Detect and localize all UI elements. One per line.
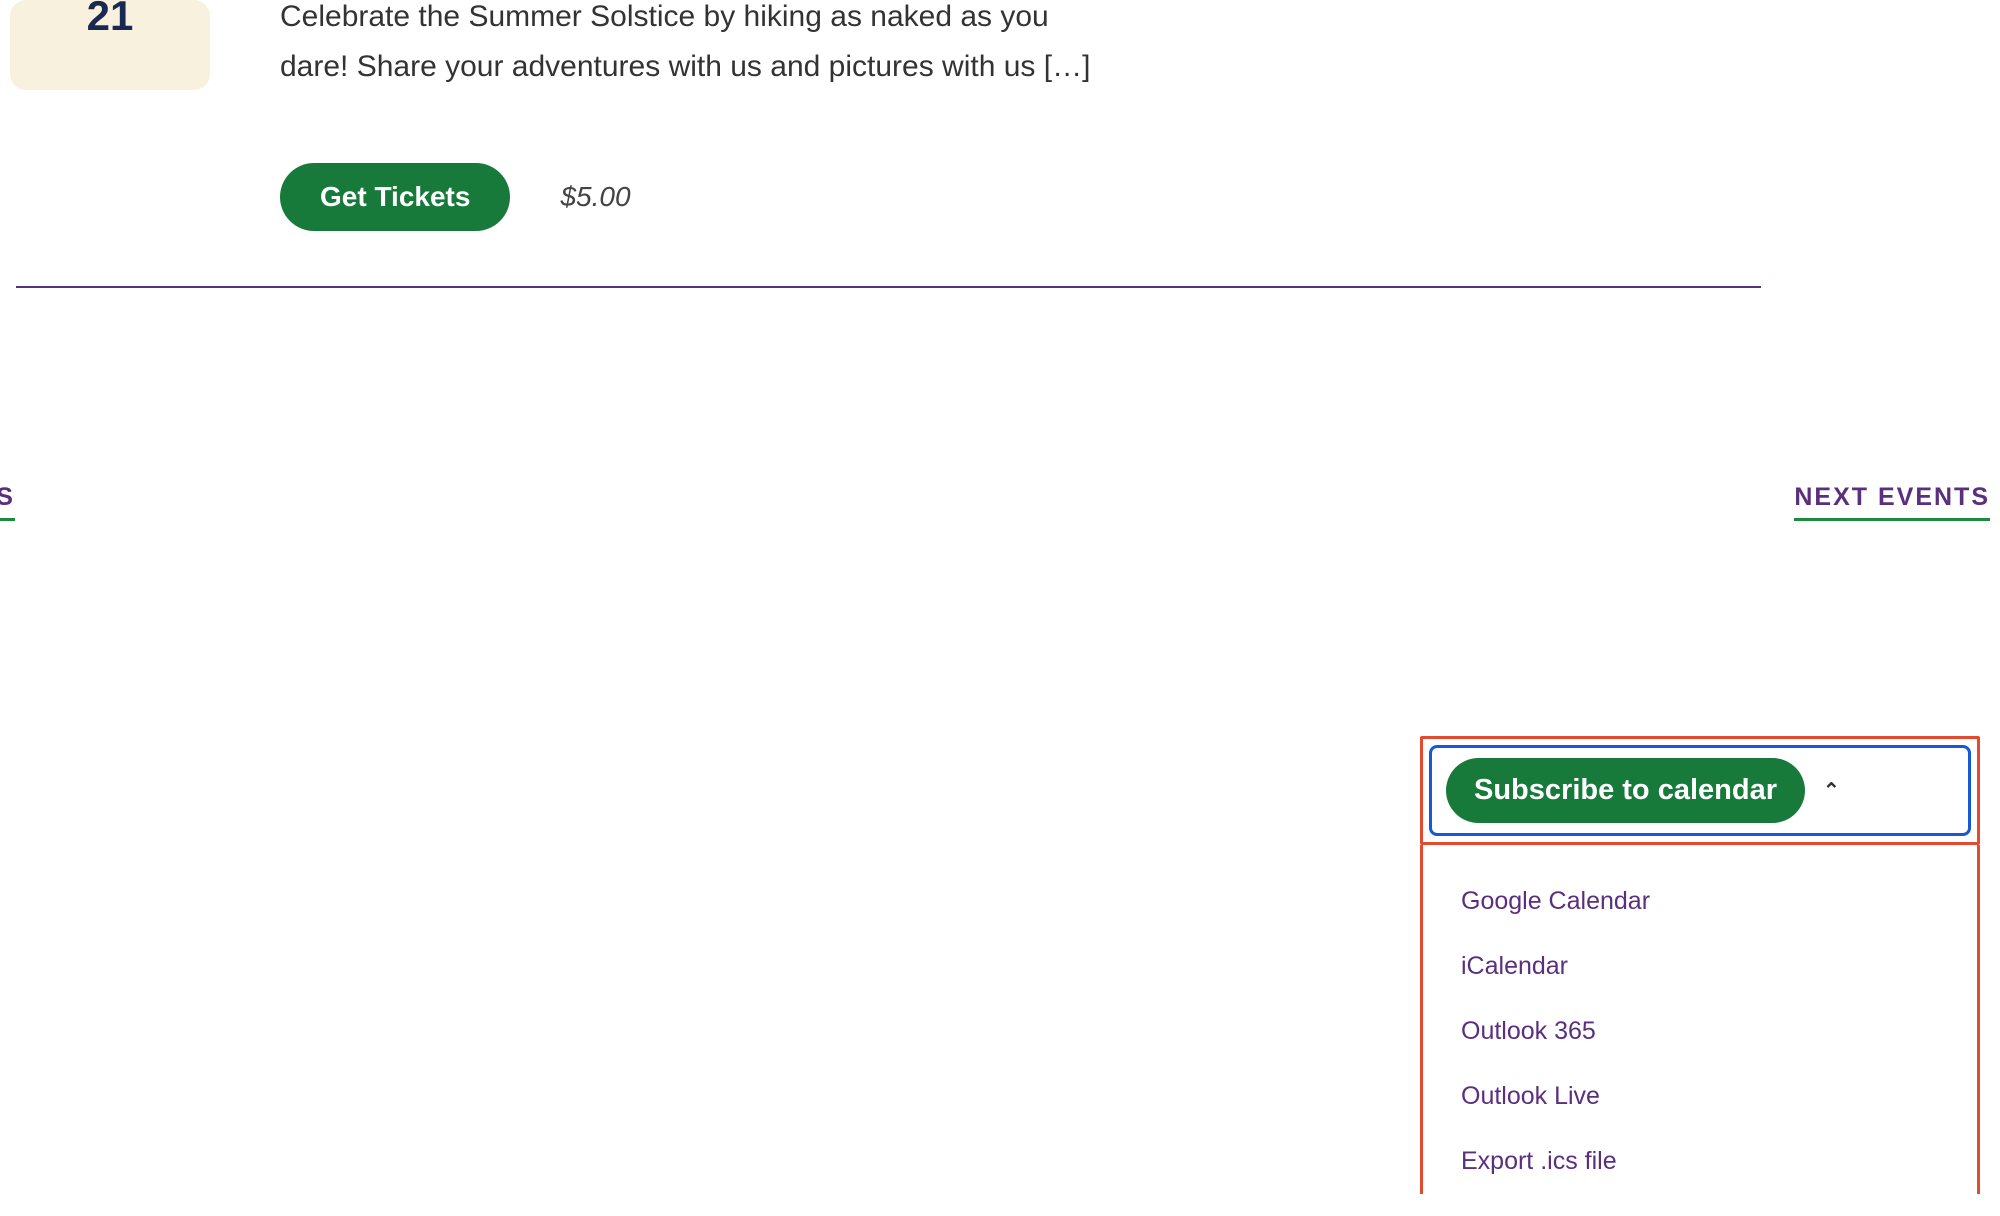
subscribe-option-exportics[interactable]: Export .ics file bbox=[1461, 1129, 1939, 1194]
event-actions: Get Tickets $5.00 bbox=[280, 163, 1180, 231]
event-date-box: 21 bbox=[10, 0, 210, 90]
event-price: $5.00 bbox=[560, 181, 630, 213]
chevron-up-icon[interactable]: ⌃ bbox=[1823, 778, 1840, 803]
separator bbox=[16, 286, 1761, 288]
subscribe-to-calendar-button[interactable]: Subscribe to calendar bbox=[1446, 758, 1805, 823]
event-description: Celebrate the Summer Solstice by hiking … bbox=[280, 0, 1100, 93]
subscribe-inner-highlight: Subscribe to calendar ⌃ bbox=[1429, 745, 1971, 836]
subscribe-option-outlook365[interactable]: Outlook 365 bbox=[1461, 999, 1939, 1064]
event-details: Hike Naked Day Celebrate the Summer Sols… bbox=[280, 0, 1180, 231]
next-events-link[interactable]: NEXT EVENTS bbox=[1794, 483, 1990, 521]
prev-events-link[interactable]: ITS bbox=[0, 483, 15, 521]
subscribe-dropdown: Google Calendar iCalendar Outlook 365 Ou… bbox=[1420, 845, 1980, 1194]
event-day-number: 21 bbox=[87, 0, 134, 40]
subscribe-option-google[interactable]: Google Calendar bbox=[1461, 869, 1939, 934]
get-tickets-button[interactable]: Get Tickets bbox=[280, 163, 510, 231]
subscribe-option-ical[interactable]: iCalendar bbox=[1461, 934, 1939, 999]
event-nav-row: ITS NEXT EVENTS bbox=[10, 483, 2000, 521]
subscribe-section: Subscribe to calendar ⌃ Google Calendar … bbox=[1420, 736, 1980, 1194]
subscribe-outer-highlight: Subscribe to calendar ⌃ bbox=[1420, 736, 1980, 845]
subscribe-option-outlooklive[interactable]: Outlook Live bbox=[1461, 1064, 1939, 1129]
event-row: 21 Hike Naked Day Celebrate the Summer S… bbox=[10, 0, 2000, 231]
